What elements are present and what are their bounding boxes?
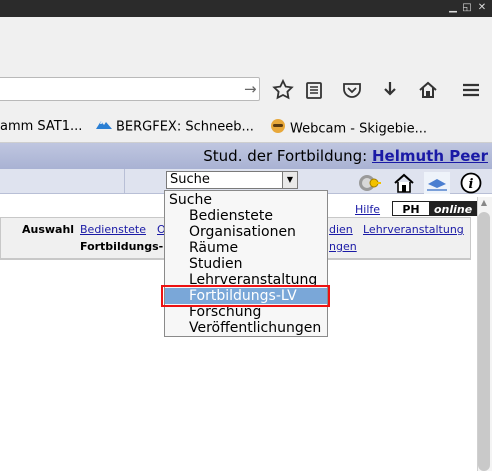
search-select[interactable]: Suche ▼ [166,171,298,189]
close-icon[interactable]: ✕ [475,1,489,15]
svg-text:i: i [469,177,474,192]
header-user-line: Stud. der Fortbildung: Helmuth Peer [203,147,488,165]
info-icon[interactable]: i [460,172,482,194]
scroll-up-icon[interactable]: ▲ [478,198,490,208]
window-titlebar [0,0,492,17]
toolbar-divider [124,169,125,193]
minimize-icon[interactable]: ▁ [446,1,460,15]
reading-list-icon[interactable] [302,78,326,102]
application-logo-icon[interactable] [424,172,450,194]
bookmark-label: amm SAT1... [0,119,83,134]
tab-fortbildungs-lv-active: Fortbildungs-LV [80,240,178,253]
bookmark-label: BERGFEX: Schneeb... [116,119,254,135]
webcam-icon [270,118,286,140]
annotation-highlight-box [161,285,330,307]
download-icon[interactable] [378,78,402,102]
dropdown-option-studien[interactable]: Studien [165,256,327,272]
bergfex-icon [96,118,112,136]
search-select-value: Suche [170,172,210,187]
header-prefix: Stud. der Fortbildung: [203,147,368,165]
dropdown-option-organisationen[interactable]: Organisationen [165,224,327,240]
bookmark-item[interactable]: BERGFEX: Schneeb... [96,118,254,136]
bookmark-item[interactable]: Webcam - Skigebie... [270,118,427,137]
tab-strip [0,17,492,71]
bookmark-item[interactable]: amm SAT1... [0,118,82,136]
user-name-link[interactable]: Helmuth Peer [372,147,488,165]
go-arrow-icon[interactable]: → [244,80,258,98]
url-input[interactable] [0,77,260,101]
auswahl-label: Auswahl [22,223,75,236]
scrollbar-thumb[interactable] [478,212,490,471]
bookmark-label: Webcam - Skigebie... [290,121,427,137]
tab-lehrveranstaltung[interactable]: Lehrveranstaltung [363,223,464,237]
dropdown-option-suche[interactable]: Suche [165,192,327,208]
home-page-icon[interactable] [393,172,415,194]
dropdown-option-raeume[interactable]: Räume [165,240,327,256]
tab-bedienstete[interactable]: Bedienstete [80,223,146,237]
pocket-icon[interactable] [340,78,364,102]
key-icon[interactable] [358,172,381,194]
restore-icon[interactable]: ◱ [460,1,474,15]
dropdown-option-bedienstete[interactable]: Bedienstete [165,208,327,224]
menu-icon[interactable] [459,78,483,102]
ph-online-logo: PH online [392,201,478,216]
tab-studien[interactable]: dien [329,223,353,237]
help-link[interactable]: Hilfe [355,203,380,216]
dropdown-option-veroeffentlichungen[interactable]: Veröffentlichungen [165,320,327,336]
brand-online: online [434,203,473,216]
home-icon[interactable] [416,78,440,102]
brand-ph: PH [392,201,430,216]
chevron-down-icon[interactable]: ▼ [282,172,297,188]
bookmark-star-icon[interactable] [271,78,295,102]
tab-veroeffentlichungen[interactable]: ngen [329,240,357,254]
